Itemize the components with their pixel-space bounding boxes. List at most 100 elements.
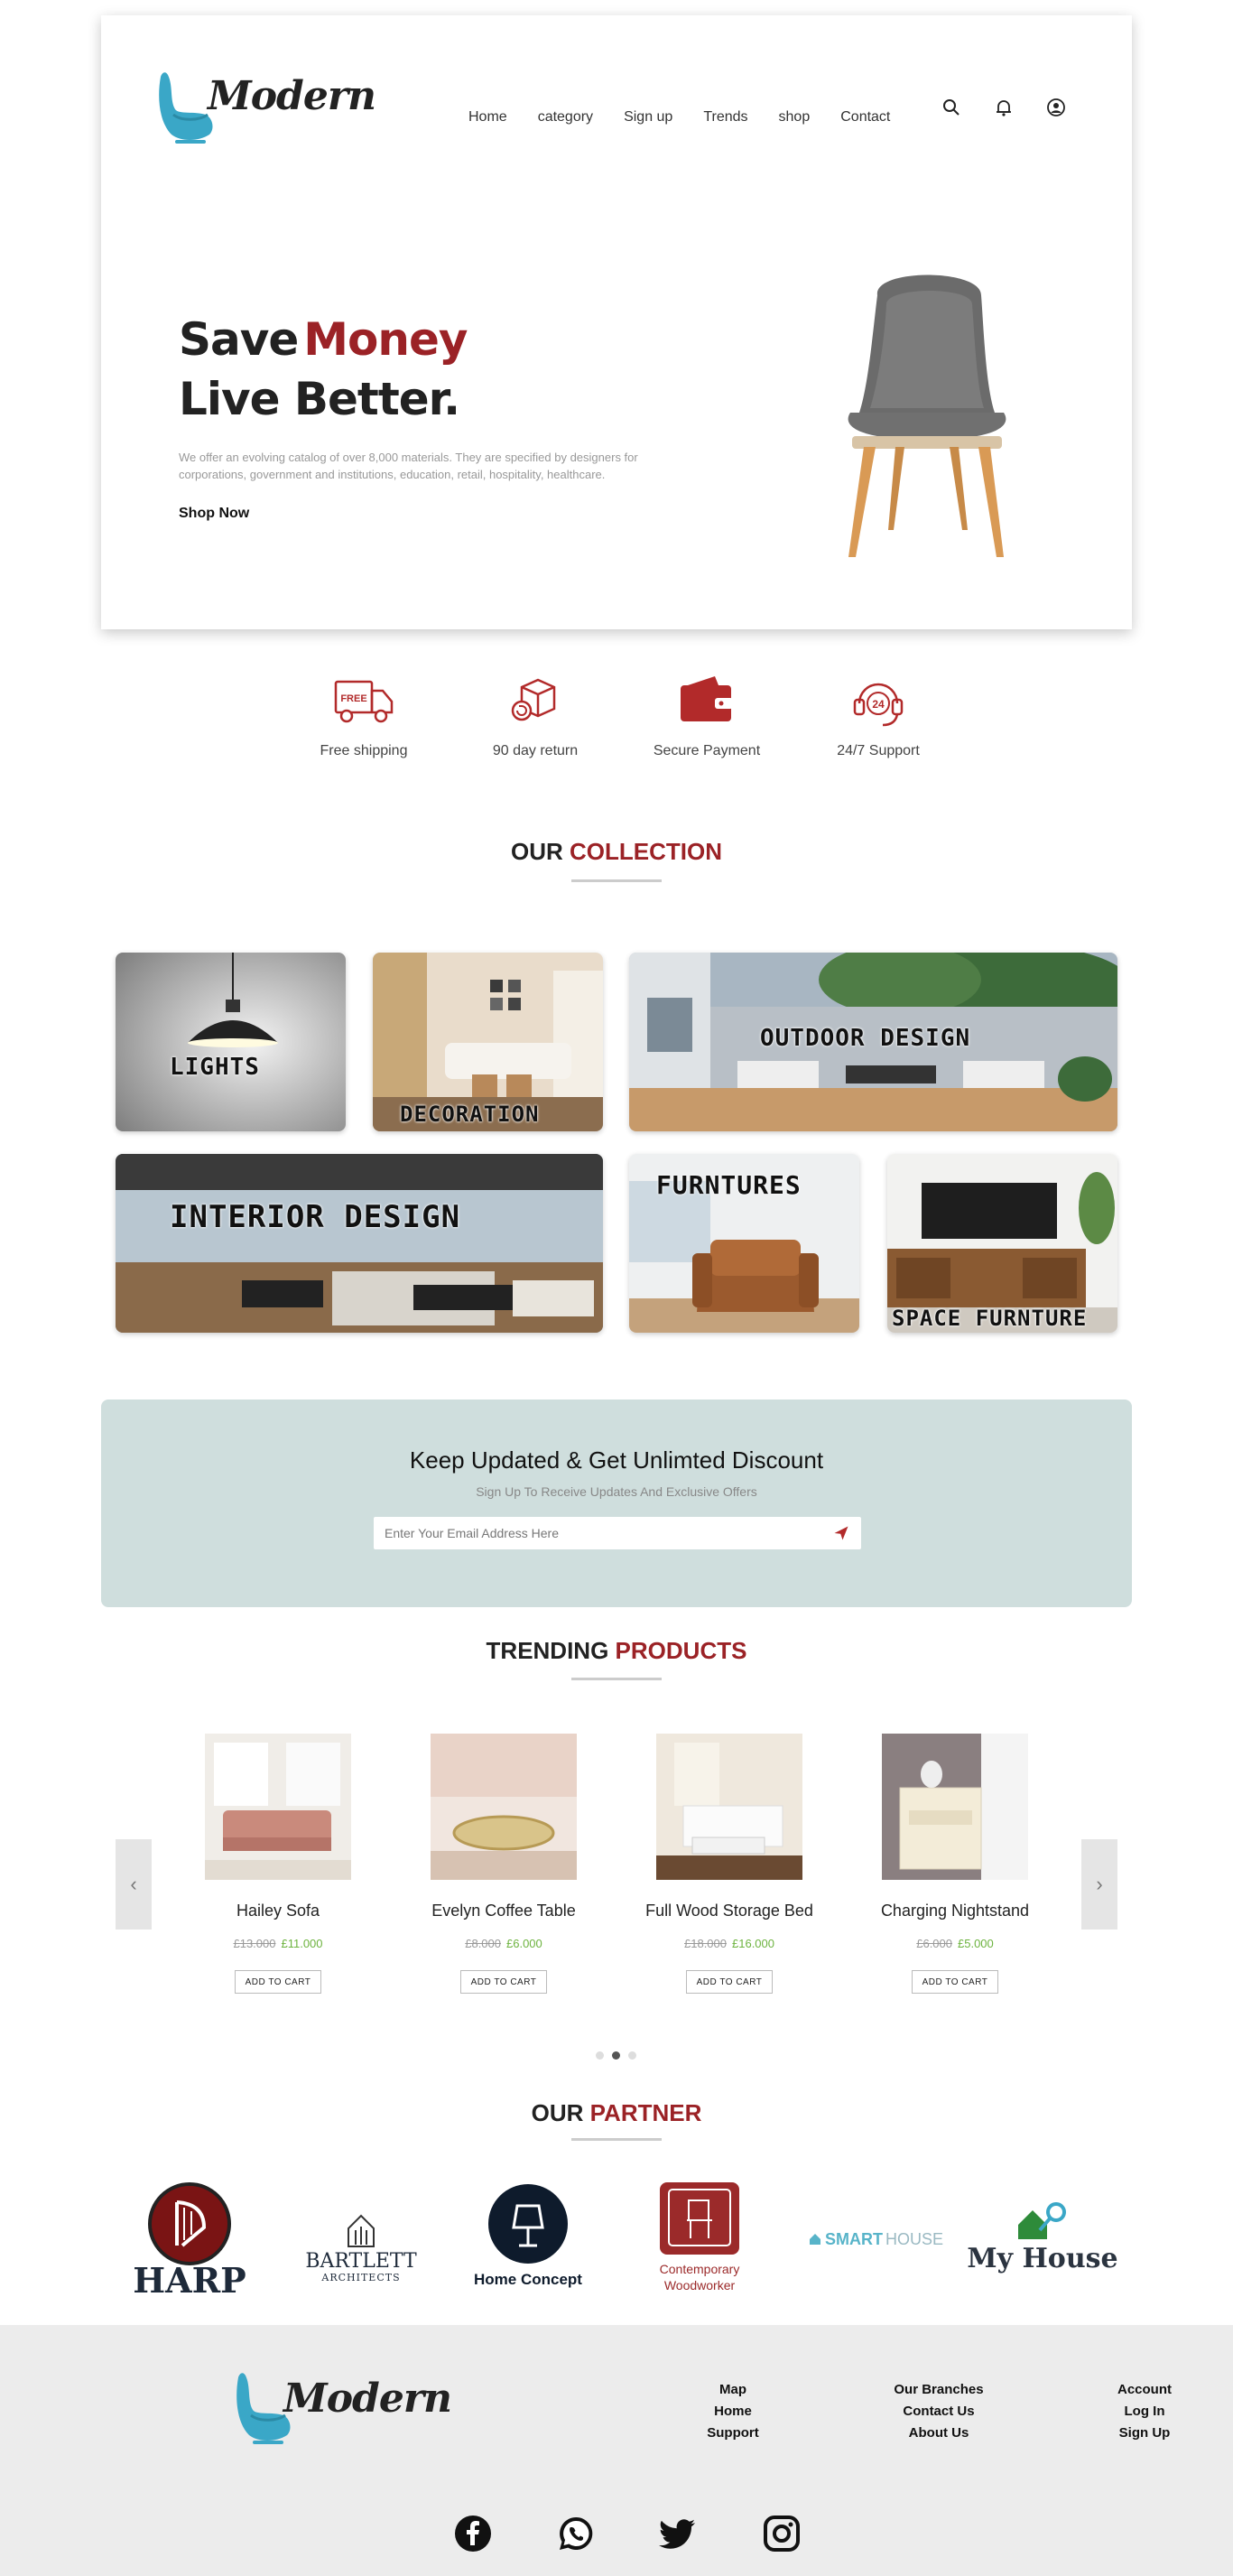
my-house-logo: My House xyxy=(966,2194,1119,2284)
smarthouse-wordmark-part2: HOUSE xyxy=(885,2229,943,2248)
nav-shop[interactable]: shop xyxy=(764,109,826,126)
facebook-icon[interactable] xyxy=(454,2515,492,2553)
add-to-cart-button[interactable]: ADD TO CART xyxy=(460,1970,547,1994)
old-price: £13.000 xyxy=(233,1937,276,1950)
nav-category[interactable]: category xyxy=(523,109,608,126)
hero-chair-image xyxy=(848,274,1006,557)
partner-logo-smarthouse[interactable]: SMART HOUSE xyxy=(803,2181,948,2298)
twitter-icon[interactable] xyxy=(659,2515,697,2553)
tile-interior-design[interactable]: INTERIOR DESIGN xyxy=(116,1154,603,1333)
product-price: £6.000 £5.000 xyxy=(865,1937,1045,1950)
brand-name: Modern xyxy=(208,73,376,119)
instagram-icon[interactable] xyxy=(763,2515,801,2553)
nav-signup[interactable]: Sign up xyxy=(608,109,688,126)
collection-title-part1: OUR xyxy=(510,838,563,865)
trending-title-part1: TRENDING xyxy=(486,1637,609,1664)
whatsapp-icon[interactable] xyxy=(557,2515,595,2553)
partner-title-highlight: PARTNER xyxy=(589,2099,702,2126)
add-to-cart-button[interactable]: ADD TO CART xyxy=(235,1970,321,1994)
footer-link-contact-us[interactable]: Contact Us xyxy=(876,2401,1002,2423)
partner-logo-bartlett[interactable]: BARTLETT ARCHITECTS xyxy=(289,2181,433,2298)
bartlett-logo: BARTLETT ARCHITECTS xyxy=(289,2194,433,2284)
product-name[interactable]: Hailey Sofa xyxy=(188,1902,368,1920)
bell-icon[interactable] xyxy=(993,97,1015,118)
carousel-dot-active[interactable] xyxy=(612,2051,620,2060)
home-concept-wordmark: Home Concept xyxy=(474,2271,582,2288)
carousel-dot[interactable] xyxy=(596,2051,604,2060)
tile-furntures[interactable]: FURNTURES xyxy=(629,1154,859,1333)
charging-nightstand-image[interactable] xyxy=(882,1734,1028,1880)
footer-link-account[interactable]: Account xyxy=(1099,2379,1190,2401)
product-card: Charging Nightstand £6.000 £5.000 ADD TO … xyxy=(865,1734,1045,1994)
send-button[interactable] xyxy=(821,1517,861,1549)
add-to-cart-button[interactable]: ADD TO CART xyxy=(912,1970,998,1994)
footer-link-home[interactable]: Home xyxy=(679,2401,787,2423)
nav-home[interactable]: Home xyxy=(453,109,523,126)
lights-image xyxy=(116,953,346,1131)
footer-col-3: Account Log In Sign Up xyxy=(1099,2379,1190,2444)
main-nav: Home category Sign up Trends shop Contac… xyxy=(453,95,905,140)
tile-space-furnture[interactable]: SPACE FURNTURE xyxy=(887,1154,1117,1333)
harp-emblem-icon xyxy=(148,2182,231,2265)
hero-title-part1: Save xyxy=(179,313,299,366)
user-icon[interactable] xyxy=(1045,97,1067,118)
product-card: Full Wood Storage Bed £18.000 £16.000 ADD… xyxy=(639,1734,820,1994)
new-price: £6.000 xyxy=(506,1937,542,1950)
hero-title: Save Money xyxy=(179,313,468,366)
partner-logo-home-concept[interactable]: Home Concept xyxy=(460,2181,596,2298)
new-price: £5.000 xyxy=(958,1937,994,1950)
add-to-cart-button[interactable]: ADD TO CART xyxy=(686,1970,773,1994)
harp-logo: HARP xyxy=(126,2181,253,2301)
footer-link-our-branches[interactable]: Our Branches xyxy=(876,2379,1002,2401)
brand-logo[interactable]: Modern xyxy=(155,60,376,160)
product-name[interactable]: Charging Nightstand xyxy=(865,1902,1045,1920)
tile-label: FURNTURES xyxy=(656,1170,802,1200)
product-name[interactable]: Evelyn Coffee Table xyxy=(413,1902,594,1920)
product-price: £8.000 £6.000 xyxy=(413,1937,594,1950)
tile-label: SPACE FURNTURE xyxy=(892,1306,1088,1331)
tile-outdoor-design[interactable]: OUTDOOR DESIGN xyxy=(629,953,1117,1131)
wallet-icon xyxy=(681,676,733,721)
feature-free-shipping: FREE Free shipping xyxy=(292,673,436,759)
newsletter-form xyxy=(374,1517,861,1549)
carousel-prev-button[interactable]: ‹ xyxy=(116,1839,152,1930)
partner-logo-contemporary-woodworker[interactable]: Contemporary Woodworker xyxy=(632,2181,767,2298)
newsletter-section: Keep Updated & Get Unlimted Discount Sig… xyxy=(101,1400,1132,1607)
hero-title-highlight: Money xyxy=(303,313,468,366)
contemporary-logo: Contemporary Woodworker xyxy=(632,2181,767,2298)
lamp-emblem-icon xyxy=(488,2184,568,2264)
hailey-sofa-image[interactable] xyxy=(205,1734,351,1880)
nav-contact[interactable]: Contact xyxy=(825,109,905,126)
free-badge-text: FREE xyxy=(340,693,366,704)
footer-link-about-us[interactable]: About Us xyxy=(876,2423,1002,2444)
footer: Modern Map Home Support Our Branches Con… xyxy=(0,2325,1233,2576)
footer-link-log-in[interactable]: Log In xyxy=(1099,2401,1190,2423)
footer-link-map[interactable]: Map xyxy=(679,2379,787,2401)
email-input[interactable] xyxy=(374,1517,821,1549)
interior-design-image xyxy=(116,1154,603,1333)
product-name[interactable]: Full Wood Storage Bed xyxy=(639,1902,820,1920)
hero-card: Modern Home category Sign up Trends shop… xyxy=(101,15,1132,629)
partner-logo-my-house[interactable]: My House xyxy=(966,2181,1119,2298)
footer-brand-logo[interactable]: Modern xyxy=(233,2370,452,2460)
tile-label: OUTDOOR DESIGN xyxy=(760,1025,971,1052)
feature-90-day-return: 90 day return xyxy=(463,673,607,759)
carousel-dot[interactable] xyxy=(628,2051,636,2060)
full-wood-storage-bed-image[interactable] xyxy=(656,1734,802,1880)
collection-title-highlight: COLLECTION xyxy=(570,838,722,865)
tile-decoration[interactable]: DECORATION xyxy=(373,953,603,1131)
trending-title-highlight: PRODUCTS xyxy=(615,1637,747,1664)
carousel-next-button[interactable]: › xyxy=(1081,1839,1117,1930)
nav-trends[interactable]: Trends xyxy=(688,109,763,126)
harp-wordmark: HARP xyxy=(133,2260,246,2301)
evelyn-coffee-table-image[interactable] xyxy=(431,1734,577,1880)
trending-title: TRENDING PRODUCTS xyxy=(0,1637,1233,1665)
tile-lights[interactable]: LIGHTS xyxy=(116,953,346,1131)
search-icon[interactable] xyxy=(941,97,962,118)
shop-now-link[interactable]: Shop Now xyxy=(179,506,249,522)
footer-link-support[interactable]: Support xyxy=(679,2423,787,2444)
footer-link-sign-up[interactable]: Sign Up xyxy=(1099,2423,1190,2444)
feature-secure-payment: Secure Payment xyxy=(635,673,779,759)
partner-logo-harp[interactable]: HARP xyxy=(126,2181,253,2301)
old-price: £8.000 xyxy=(465,1937,501,1950)
